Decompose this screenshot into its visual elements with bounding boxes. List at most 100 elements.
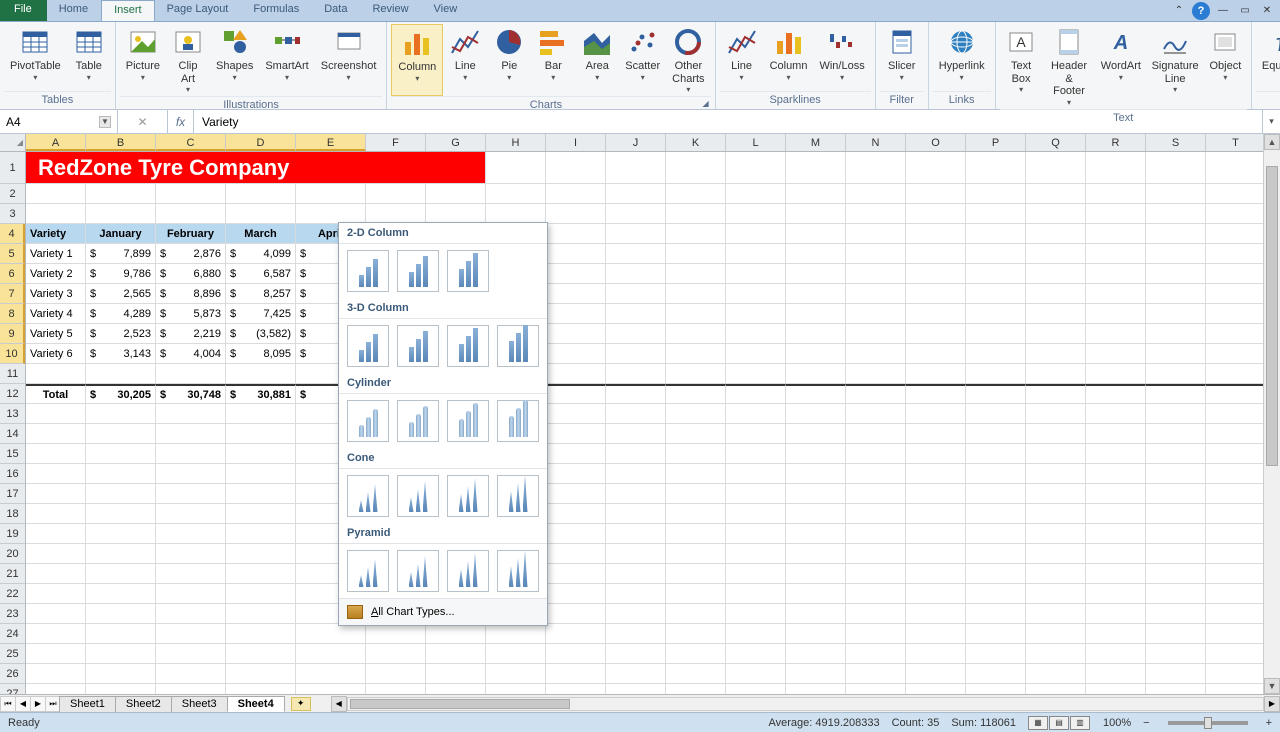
row-header[interactable]: 13 <box>0 404 25 424</box>
cell[interactable] <box>606 624 666 644</box>
tab-file[interactable]: File <box>0 0 47 21</box>
column-header[interactable]: P <box>966 134 1026 151</box>
cell[interactable] <box>1146 584 1206 604</box>
zoom-out-button[interactable]: − <box>1143 717 1149 729</box>
cell[interactable] <box>366 624 426 644</box>
cell[interactable] <box>486 664 546 684</box>
column-header[interactable]: A <box>26 134 86 151</box>
cell[interactable] <box>1146 524 1206 544</box>
cell[interactable] <box>1086 684 1146 694</box>
cell[interactable] <box>786 584 846 604</box>
column-header[interactable]: S <box>1146 134 1206 151</box>
cell[interactable] <box>1146 204 1206 224</box>
cell[interactable] <box>606 524 666 544</box>
cell[interactable] <box>906 224 966 244</box>
cell[interactable] <box>846 484 906 504</box>
cell[interactable] <box>546 524 606 544</box>
cell[interactable] <box>26 504 86 524</box>
name-box[interactable]: A4 ▼ <box>0 110 118 133</box>
cell[interactable] <box>296 644 366 664</box>
cell[interactable] <box>786 624 846 644</box>
cell[interactable] <box>546 584 606 604</box>
cell[interactable] <box>26 204 86 224</box>
cell[interactable] <box>86 424 156 444</box>
cell[interactable] <box>1146 604 1206 624</box>
cell[interactable] <box>906 344 966 364</box>
cell[interactable] <box>966 464 1026 484</box>
cell[interactable] <box>606 244 666 264</box>
cell[interactable] <box>666 224 726 244</box>
cell[interactable] <box>1206 324 1266 344</box>
cell[interactable] <box>666 584 726 604</box>
cell[interactable] <box>296 664 366 684</box>
cell[interactable] <box>366 684 426 694</box>
zoom-slider[interactable] <box>1168 721 1248 725</box>
cell[interactable] <box>546 504 606 524</box>
chart-type-thumbnail[interactable] <box>447 400 489 442</box>
cell[interactable] <box>296 624 366 644</box>
bar-button[interactable]: Bar▾ <box>531 24 575 96</box>
cell[interactable] <box>846 364 906 384</box>
cell[interactable] <box>1026 344 1086 364</box>
row-header[interactable]: 22 <box>0 584 25 604</box>
cell[interactable] <box>1086 504 1146 524</box>
row-header[interactable]: 5 <box>0 244 25 264</box>
cell[interactable] <box>726 644 786 664</box>
cell[interactable] <box>1206 184 1266 204</box>
row-header[interactable]: 20 <box>0 544 25 564</box>
row-header[interactable]: 14 <box>0 424 25 444</box>
total-cell[interactable]: $30,748 <box>156 384 226 404</box>
cell[interactable] <box>26 364 86 384</box>
cell[interactable] <box>966 444 1026 464</box>
cell[interactable] <box>26 184 86 204</box>
cell[interactable] <box>1026 244 1086 264</box>
row-header[interactable]: 27 <box>0 684 25 694</box>
cell[interactable] <box>546 244 606 264</box>
column-header[interactable]: Q <box>1026 134 1086 151</box>
cell[interactable] <box>546 344 606 364</box>
cell[interactable] <box>26 604 86 624</box>
cell[interactable] <box>726 564 786 584</box>
data-cell[interactable]: $(3,582) <box>226 324 296 344</box>
text-box-button[interactable]: AText Box▾ <box>1000 24 1043 109</box>
cell[interactable] <box>1206 424 1266 444</box>
cell[interactable] <box>1146 444 1206 464</box>
cell[interactable] <box>666 204 726 224</box>
cell[interactable] <box>1206 304 1266 324</box>
cell[interactable] <box>966 524 1026 544</box>
cell[interactable] <box>906 464 966 484</box>
area-button[interactable]: Area▾ <box>575 24 619 96</box>
cell[interactable] <box>726 244 786 264</box>
cell[interactable] <box>606 344 666 364</box>
column-header[interactable]: F <box>366 134 426 151</box>
cell[interactable] <box>666 304 726 324</box>
column-header[interactable]: M <box>786 134 846 151</box>
cell[interactable] <box>906 204 966 224</box>
data-cell[interactable]: $6,587 <box>226 264 296 284</box>
cell[interactable] <box>606 544 666 564</box>
cell[interactable] <box>846 384 906 404</box>
column-header[interactable]: O <box>906 134 966 151</box>
column-button[interactable]: Column▾ <box>391 24 443 96</box>
cell[interactable] <box>966 424 1026 444</box>
cell[interactable] <box>1146 344 1206 364</box>
cells-area[interactable]: RedZone Tyre CompanyVarietyJanuaryFebrua… <box>26 152 1280 694</box>
cell[interactable] <box>666 604 726 624</box>
cell[interactable] <box>86 604 156 624</box>
cell[interactable] <box>86 684 156 694</box>
cell[interactable] <box>26 644 86 664</box>
cell[interactable] <box>546 364 606 384</box>
cell[interactable] <box>606 464 666 484</box>
column-header[interactable]: N <box>846 134 906 151</box>
select-all-corner[interactable]: ◢ <box>0 134 26 152</box>
data-cell[interactable]: $4,004 <box>156 344 226 364</box>
cell[interactable] <box>546 564 606 584</box>
row-header[interactable]: 11 <box>0 364 25 384</box>
cell[interactable] <box>26 544 86 564</box>
cell[interactable] <box>226 664 296 684</box>
chart-type-thumbnail[interactable] <box>447 325 489 367</box>
cell[interactable] <box>1146 364 1206 384</box>
cell[interactable] <box>786 484 846 504</box>
column-header[interactable]: C <box>156 134 226 151</box>
tab-review[interactable]: Review <box>360 0 421 21</box>
